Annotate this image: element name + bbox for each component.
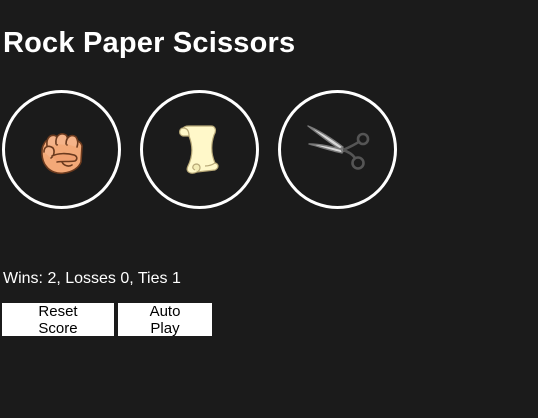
reset-score-button[interactable]: Reset Score — [2, 303, 114, 337]
paper-scroll-icon — [178, 124, 219, 174]
auto-play-button[interactable]: Auto Play — [118, 303, 212, 337]
move-buttons — [2, 90, 397, 209]
paper-move-button[interactable] — [140, 90, 259, 209]
control-buttons: Reset Score Auto Play — [2, 303, 212, 337]
score-text: Wins: 2, Losses 0, Ties 1 — [3, 270, 181, 287]
fist-icon — [40, 132, 83, 174]
rock-move-button[interactable] — [2, 90, 121, 209]
page-title: Rock Paper Scissors — [3, 27, 296, 59]
scissors-move-button[interactable] — [278, 90, 397, 209]
scissors-icon — [306, 124, 369, 170]
